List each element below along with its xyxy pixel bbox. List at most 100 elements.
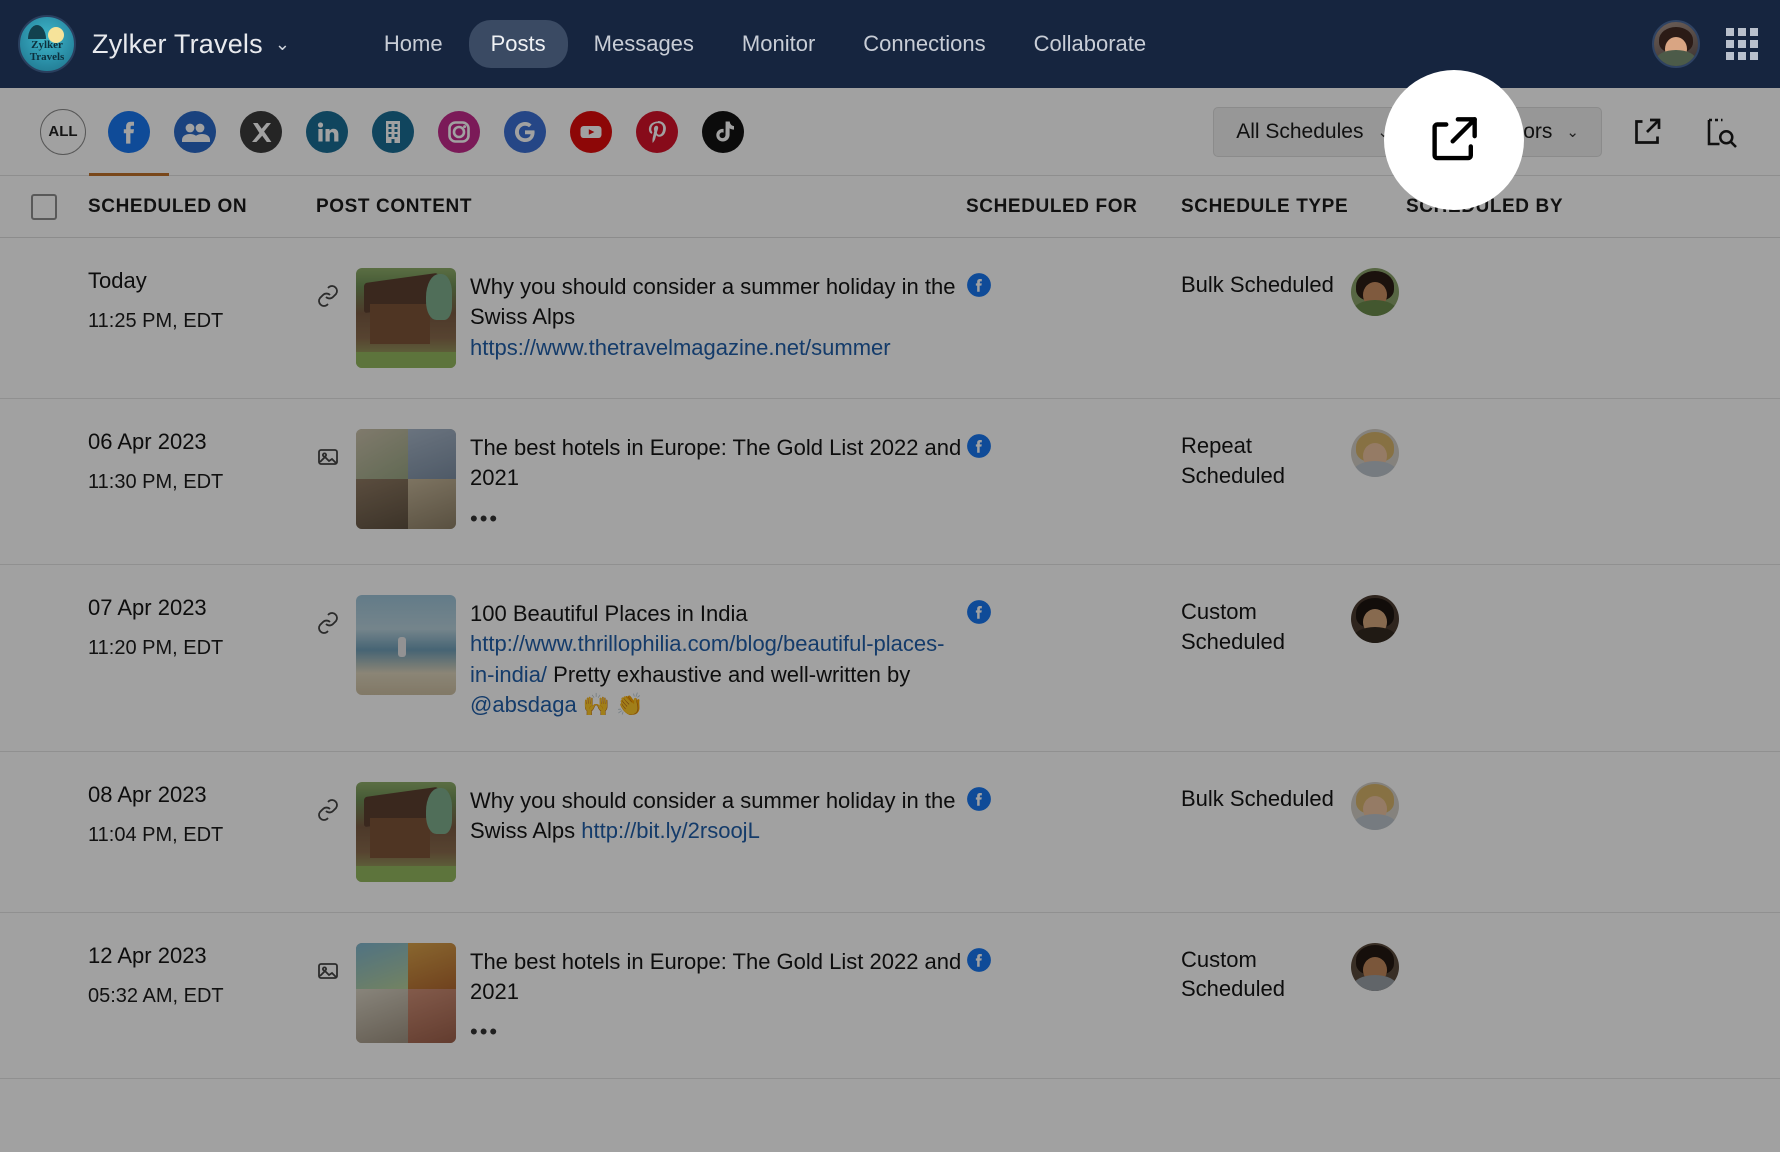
header-scheduled-on[interactable]: SCHEDULED ON [88,196,316,218]
all-icon[interactable]: ALL [40,109,86,155]
tiktok-icon[interactable] [700,109,746,155]
google-business-icon[interactable] [502,109,548,155]
share-export-icon[interactable] [1423,109,1485,171]
image-icon [316,429,342,475]
image-icon [316,943,342,989]
post-thumbnail[interactable] [356,429,456,529]
post-content-cell: 100 Beautiful Places in India http://www… [316,595,966,720]
post-text-block: 100 Beautiful Places in India http://www… [470,595,966,720]
spotlight-highlight[interactable] [1384,70,1524,210]
channel-filter-instagram[interactable] [436,109,482,155]
expand-dots[interactable]: ••• [470,1017,966,1047]
youtube-icon[interactable] [568,109,614,155]
channel-filter-pinterest[interactable] [634,109,680,155]
post-thumbnail[interactable] [356,782,456,882]
post-thumbnail[interactable] [356,268,456,368]
table-header-row: SCHEDULED ON POST CONTENT SCHEDULED FOR … [0,176,1780,238]
header-post-content[interactable]: POST CONTENT [316,196,966,218]
scheduled-on-cell: 12 Apr 2023 05:32 AM, EDT [88,943,316,1048]
post-content-cell: The best hotels in Europe: The Gold List… [316,943,966,1048]
post-thumbnail[interactable] [356,595,456,695]
linkedin-company-icon[interactable] [370,109,416,155]
post-link[interactable]: https://www.thetravelmagazine.net/summer [470,335,891,360]
channel-filter-x-twitter[interactable] [238,109,284,155]
top-navigation-bar: Zylker Travels Zylker Travels ⌄ Home Pos… [0,0,1780,88]
facebook-icon [966,433,992,459]
scheduled-date: 08 Apr 2023 [88,782,316,808]
channel-filter-facebook[interactable] [106,109,152,155]
nav-item-connections[interactable]: Connections [841,20,1007,68]
channel-filter-google-business[interactable] [502,109,548,155]
post-link[interactable]: http://bit.ly/2rsoojL [581,818,760,843]
table-row[interactable]: 06 Apr 2023 11:30 PM, EDT [0,399,1780,565]
row-select-cell [0,943,88,1048]
author-avatar[interactable] [1351,268,1399,316]
post-thumbnail[interactable] [356,943,456,1043]
scheduled-for-cell [966,782,1181,882]
channel-filter-linkedin[interactable] [304,109,350,155]
nav-item-messages[interactable]: Messages [572,20,716,68]
schedules-filter-dropdown[interactable]: All Schedules ⌄ [1213,107,1413,157]
zylker-travels-logo: Zylker Travels [18,15,76,73]
header-scheduled-for[interactable]: SCHEDULED FOR [966,196,1181,218]
author-avatar[interactable] [1351,429,1399,477]
table-row[interactable]: Today 11:25 PM, EDT [0,238,1780,399]
scheduled-time: 11:04 PM, EDT [88,824,316,847]
post-text: The best hotels in Europe: The Gold List… [470,949,961,1004]
facebook-icon [966,599,992,625]
x-twitter-icon[interactable] [238,109,284,155]
linkedin-icon[interactable] [304,109,350,155]
scheduled-by-cell [1351,268,1651,368]
scheduled-for-cell [966,429,1181,534]
table-row[interactable]: 07 Apr 2023 11:20 PM, EDT 100 Beautiful … [0,565,1780,751]
row-select-cell [0,268,88,368]
schedule-type-cell: Custom Scheduled [1181,943,1351,1048]
main-nav: Home Posts Messages Monitor Connections … [362,20,1168,68]
nav-item-posts[interactable]: Posts [469,20,568,68]
channel-filter-facebook-group[interactable] [172,109,218,155]
channel-filter-linkedin-company[interactable] [370,109,416,155]
share-export-button[interactable] [1618,106,1676,158]
row-select-cell [0,782,88,882]
post-content-cell: Why you should consider a summer holiday… [316,782,966,882]
pinterest-icon[interactable] [634,109,680,155]
expand-dots[interactable]: ••• [470,504,966,534]
row-select-cell [0,595,88,720]
author-avatar[interactable] [1351,943,1399,991]
chevron-down-icon[interactable]: ⌄ [275,34,290,55]
scheduled-for-cell [966,268,1181,368]
top-right-actions [1652,20,1780,68]
channel-filter-youtube[interactable] [568,109,614,155]
select-all-checkbox[interactable] [31,194,57,220]
schedules-filter-label: All Schedules [1236,120,1363,144]
logo-palm-icon [28,25,46,39]
brand-selector[interactable]: Zylker Travels Zylker Travels ⌄ [0,15,290,73]
nav-item-monitor[interactable]: Monitor [720,20,837,68]
table-row[interactable]: 08 Apr 2023 11:04 PM, EDT [0,752,1780,913]
scheduled-by-cell [1351,595,1651,720]
facebook-group-icon[interactable] [172,109,218,155]
instagram-icon[interactable] [436,109,482,155]
author-avatar[interactable] [1351,782,1399,830]
facebook-icon [966,786,992,812]
nav-item-collaborate[interactable]: Collaborate [1012,20,1169,68]
grid-apps-icon[interactable] [1726,28,1758,60]
channel-list: ALL [0,109,746,155]
share-export-icon [1629,114,1665,150]
select-all-cell [0,194,88,220]
post-search-button[interactable] [1692,106,1750,158]
post-trailing-text: Pretty exhaustive and well-written by [547,662,910,687]
scheduled-by-cell [1351,429,1651,534]
post-mention[interactable]: @absdaga [470,692,577,717]
channel-filter-tiktok[interactable] [700,109,746,155]
post-text-block: Why you should consider a summer holiday… [470,782,966,847]
table-row[interactable]: 12 Apr 2023 05:32 AM, EDT [0,913,1780,1079]
avatar-body [1656,50,1696,68]
header-schedule-type[interactable]: SCHEDULE TYPE [1181,196,1406,218]
facebook-icon[interactable] [106,109,152,155]
scheduled-date: Today [88,268,316,294]
nav-item-home[interactable]: Home [362,20,465,68]
user-avatar[interactable] [1652,20,1700,68]
author-avatar[interactable] [1351,595,1399,643]
channel-filter-all[interactable]: ALL [40,109,86,155]
